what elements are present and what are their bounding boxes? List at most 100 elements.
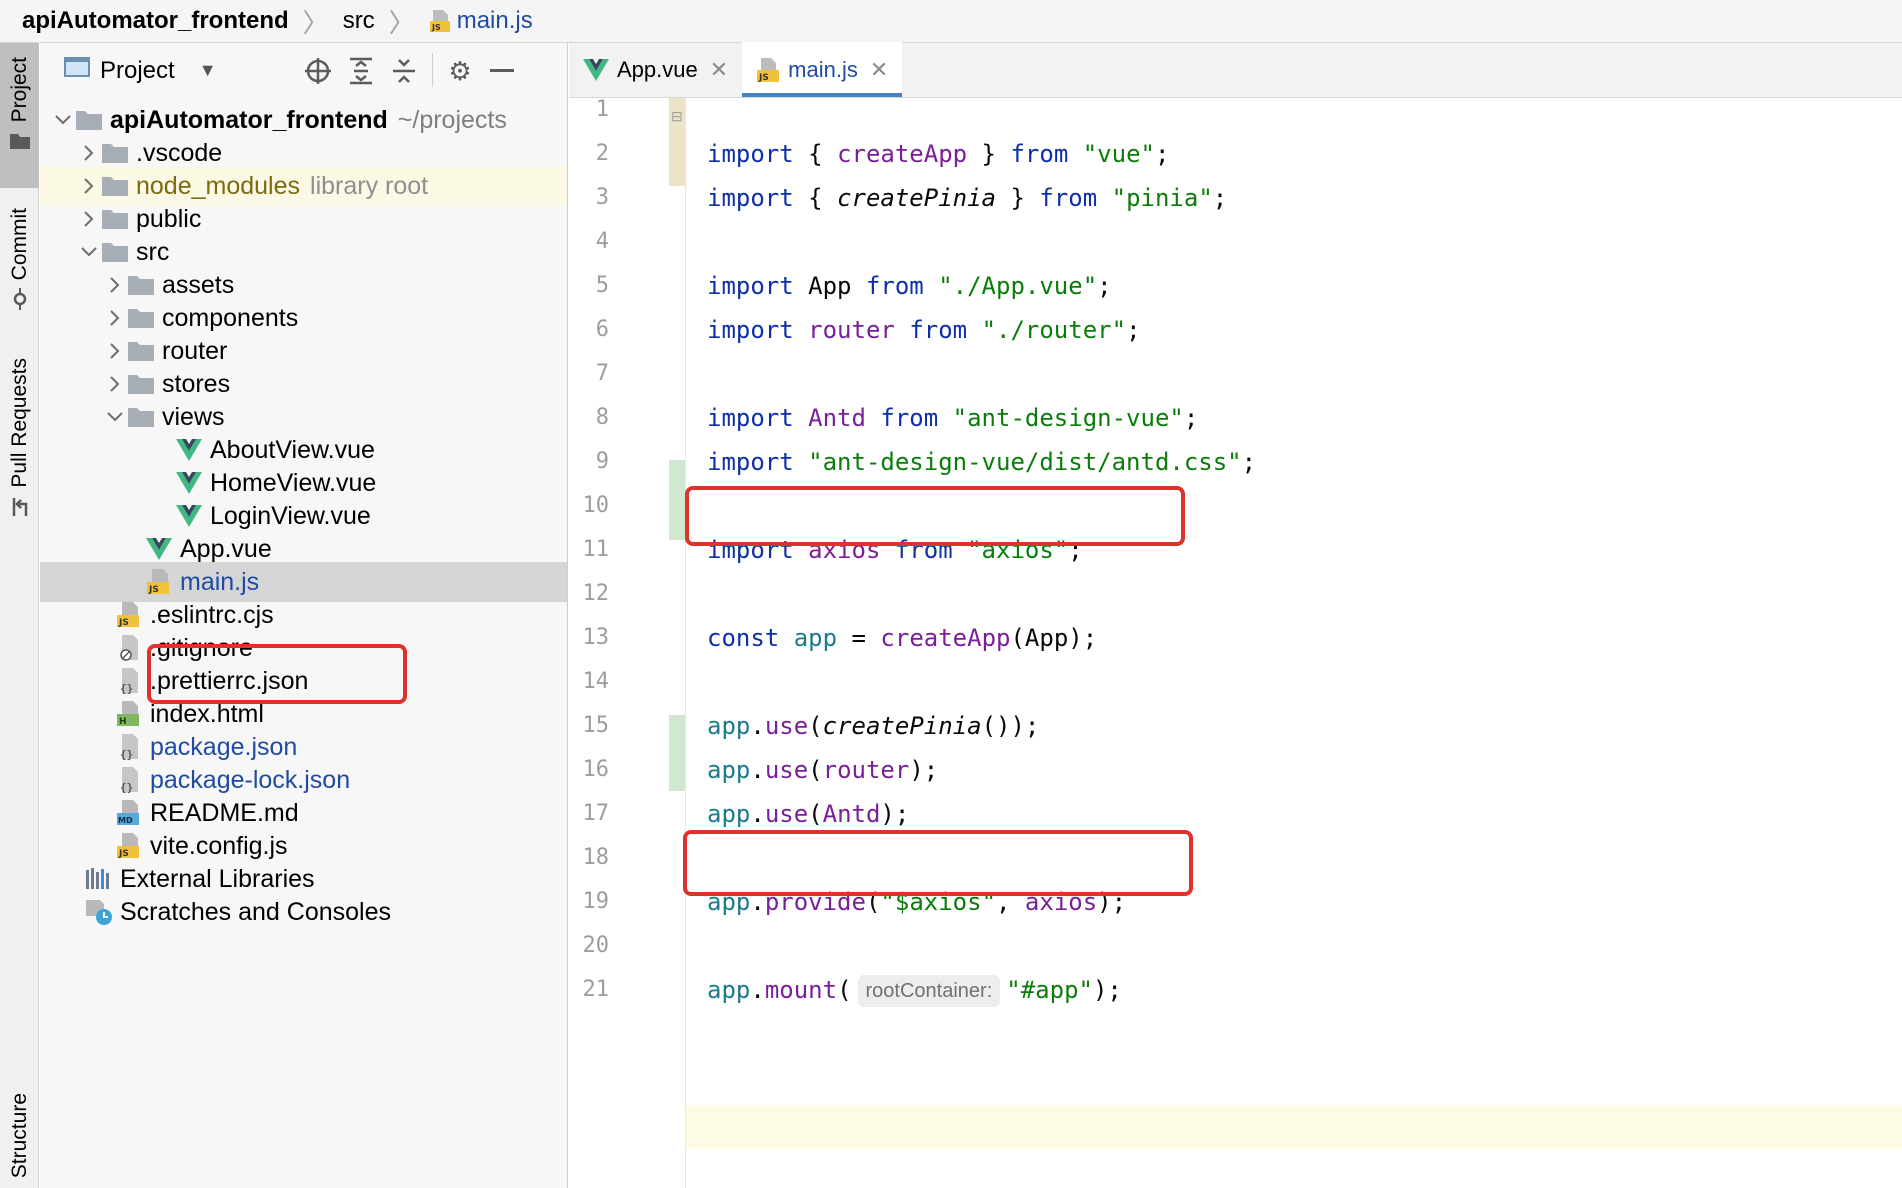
token: app xyxy=(707,976,751,1004)
js-file-icon: JS xyxy=(429,9,451,33)
tool-tab-commit-label: Commit xyxy=(7,208,31,281)
token: . xyxy=(750,712,765,740)
tree-item-label: .vscode xyxy=(136,138,223,167)
token: "./App.vue" xyxy=(938,272,1098,300)
token: createPinia xyxy=(822,712,982,740)
token: use xyxy=(764,756,809,784)
token: app xyxy=(793,624,838,652)
token: . xyxy=(750,976,765,1004)
added-lines-marker xyxy=(669,460,685,540)
folder-icon xyxy=(74,105,104,135)
line-number: 11 xyxy=(582,537,610,562)
folder-icon xyxy=(9,132,31,155)
line-number: 2 xyxy=(595,141,609,166)
line-number: 12 xyxy=(582,581,610,606)
tab-main-js[interactable]: JS main.js ✕ xyxy=(742,42,903,97)
tree-item-label: package-lock.json xyxy=(150,765,351,794)
token: ); xyxy=(1092,976,1122,1004)
line-number: 13 xyxy=(582,625,610,650)
code-area[interactable]: 1 2 3 4 5 6 7 8 9 10 11 12 13 14 15 16 17 18 19 20 21 ⊟ impo… xyxy=(569,97,1902,1188)
project-view-selector[interactable]: Project xyxy=(100,57,175,85)
token: "ant-design-vue" xyxy=(952,404,1184,432)
svg-text:JS: JS xyxy=(758,73,769,83)
tool-tab-pull-requests[interactable]: Pull Requests xyxy=(0,358,39,573)
vue-file-icon xyxy=(583,58,609,81)
line-number: 1 xyxy=(595,97,609,122)
tool-tab-project[interactable]: Project xyxy=(0,43,39,188)
breadcrumb-folder[interactable]: src xyxy=(343,0,375,42)
collapse-all-icon[interactable] xyxy=(388,55,420,87)
line-number: 7 xyxy=(595,361,609,386)
editor-tab-bar: App.vue ✕ JS main.js ✕ xyxy=(569,42,1902,98)
annotation-box-provide-axios xyxy=(683,830,1193,896)
token: from xyxy=(880,404,939,432)
line-number: 9 xyxy=(595,449,609,474)
tab-app-vue-label: App.vue xyxy=(617,56,698,82)
tree-item-label: Scratches and Consoles xyxy=(120,897,391,926)
breadcrumb-file[interactable]: JS main.js xyxy=(429,7,533,35)
folder-icon xyxy=(126,303,156,333)
breadcrumb-separator: 〉 xyxy=(388,7,415,38)
project-view-icon xyxy=(64,56,90,85)
editor: App.vue ✕ JS main.js ✕ 1 2 3 4 5 6 7 8 9 10 11 12 13… xyxy=(569,42,1902,1188)
code-line-20: app.mount(rootContainer: "#app"); xyxy=(707,968,1122,1012)
code-line-8: import "ant-design-vue/dist/antd.css"; xyxy=(707,440,1256,484)
tool-tab-structure[interactable]: Structure xyxy=(0,1093,39,1188)
close-icon[interactable]: ✕ xyxy=(710,57,728,83)
tool-tab-commit[interactable]: Commit xyxy=(0,208,39,368)
token: = xyxy=(837,624,881,652)
gear-icon[interactable]: ⚙ xyxy=(444,55,476,87)
token: ); xyxy=(909,756,939,784)
token: router xyxy=(822,756,910,784)
json-file-icon: {} xyxy=(114,666,144,696)
json-file-icon: {} xyxy=(114,765,144,795)
parameter-hint: rootContainer: xyxy=(857,975,1001,1007)
external-libraries-icon xyxy=(84,864,114,894)
code-line-1: import { createApp } from "vue"; xyxy=(707,132,1169,176)
token: ; xyxy=(1212,184,1228,212)
line-number: 10 xyxy=(582,493,610,518)
token: . xyxy=(750,756,765,784)
folder-icon xyxy=(126,369,156,399)
locate-file-icon[interactable] xyxy=(302,55,334,87)
token: app xyxy=(707,800,751,828)
tree-item-scratches[interactable]: Scratches and Consoles xyxy=(40,892,567,932)
hide-panel-icon[interactable] xyxy=(486,55,518,87)
tree-item-label: .eslintrc.cjs xyxy=(150,600,274,629)
fold-icon[interactable]: ⊟ xyxy=(671,108,683,125)
tool-window-strip: Project Commit Pull Requests Structure xyxy=(0,43,39,1188)
chevron-down-icon[interactable]: ▼ xyxy=(199,60,217,81)
token: from xyxy=(909,316,968,344)
token: "pinia" xyxy=(1111,184,1213,212)
token: ( xyxy=(808,712,823,740)
token: import xyxy=(707,448,794,476)
tool-tab-structure-label: Structure xyxy=(7,1093,31,1179)
token: } xyxy=(996,184,1040,212)
json-file-icon: {} xyxy=(114,732,144,762)
tree-item-label: README.md xyxy=(150,798,299,827)
vue-file-icon xyxy=(144,534,174,564)
breadcrumb-project[interactable]: apiAutomator_frontend xyxy=(22,0,289,42)
code-line-2: import { createPinia } from "pinia"; xyxy=(707,176,1227,220)
token: const xyxy=(707,624,780,652)
tree-item-label: App.vue xyxy=(180,534,272,563)
line-number: 18 xyxy=(582,845,610,870)
token: app xyxy=(707,712,751,740)
token: mount xyxy=(764,976,838,1004)
line-number: 21 xyxy=(582,977,610,1002)
js-file-icon: JS xyxy=(144,567,174,597)
expand-all-icon[interactable] xyxy=(345,55,377,87)
line-number: 3 xyxy=(595,185,609,210)
token: from xyxy=(1010,140,1069,168)
token: (App); xyxy=(1010,624,1098,652)
token: ; xyxy=(1154,140,1170,168)
tree-item-label: AboutView.vue xyxy=(210,435,375,464)
token: ( xyxy=(837,976,852,1004)
close-icon[interactable]: ✕ xyxy=(870,57,888,83)
tree-item-label: vite.config.js xyxy=(150,831,288,860)
line-number-gutter: 1 2 3 4 5 6 7 8 9 10 11 12 13 14 15 16 17 18 19 20 21 ⊟ xyxy=(569,97,686,1188)
